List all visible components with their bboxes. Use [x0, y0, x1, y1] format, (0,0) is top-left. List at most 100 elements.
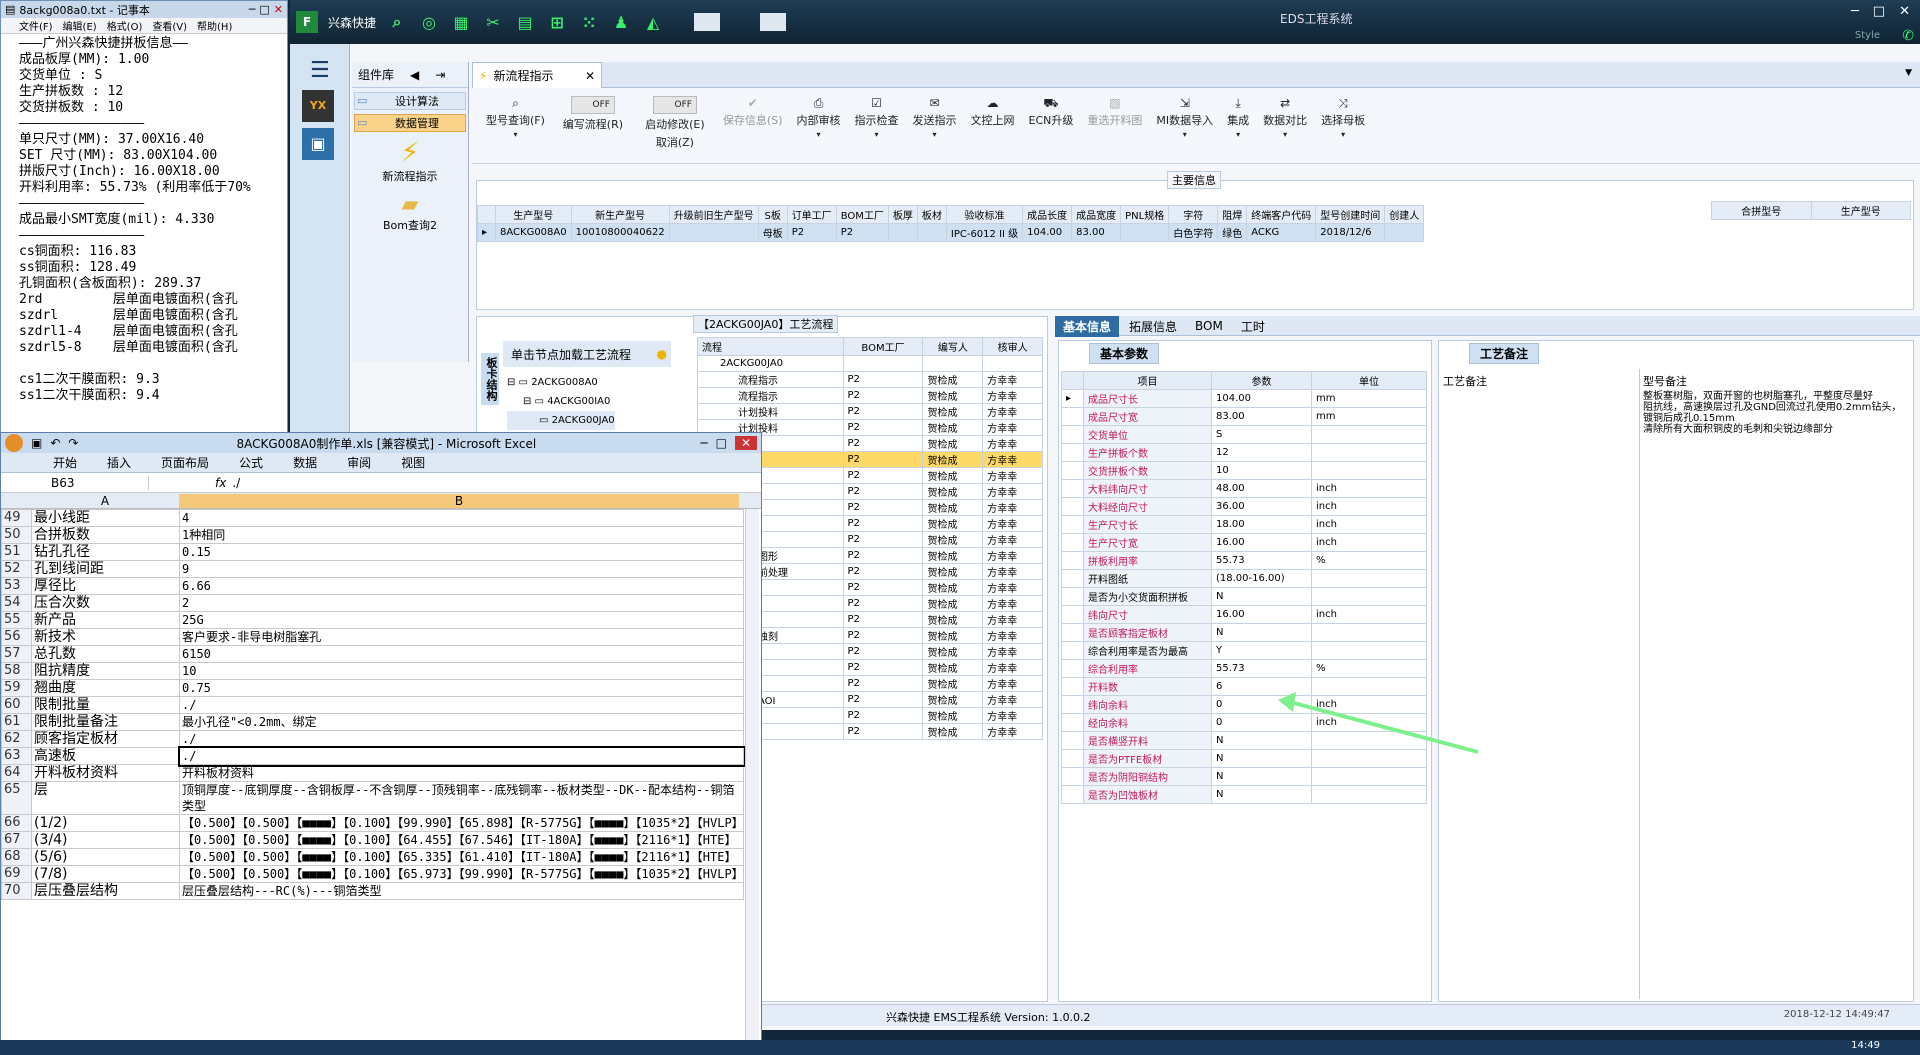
- row-number[interactable]: 70: [1, 882, 32, 900]
- cell-a[interactable]: 钻孔孔径: [31, 543, 180, 561]
- cell-b[interactable]: 2: [179, 594, 744, 612]
- name-box[interactable]: B63: [1, 475, 149, 490]
- excel-min[interactable]: ─: [700, 436, 707, 450]
- cell-a[interactable]: 总孔数: [31, 645, 180, 663]
- row-number[interactable]: 68: [1, 848, 32, 866]
- notepad-menu-item[interactable]: 编辑(E): [63, 18, 97, 33]
- cell-a[interactable]: 限制批量: [31, 696, 180, 714]
- cell-a[interactable]: 孔到线间距: [31, 560, 180, 578]
- row-number[interactable]: 58: [1, 662, 32, 680]
- row-number[interactable]: 59: [1, 679, 32, 697]
- cell-b[interactable]: 最小孔径"<0.2mm、绑定: [179, 713, 744, 731]
- row-number[interactable]: 69: [1, 865, 32, 883]
- row-number[interactable]: 53: [1, 577, 32, 595]
- cell-a[interactable]: (5/6): [31, 848, 180, 866]
- row-number[interactable]: 54: [1, 594, 32, 612]
- row-number[interactable]: 66: [1, 814, 32, 832]
- notepad-max[interactable]: □: [259, 3, 269, 16]
- row-number[interactable]: 55: [1, 611, 32, 629]
- ribbon-tab[interactable]: 数据: [293, 454, 317, 471]
- row-number[interactable]: 50: [1, 526, 32, 544]
- row-number[interactable]: 60: [1, 696, 32, 714]
- cell-b[interactable]: 顶铜厚度--底铜厚度--含铜板厚--不含铜厚--顶残铜率--底残铜率--板材类型…: [179, 781, 744, 815]
- cell-b[interactable]: 【0.500】【0.500】【■■■■】【0.100】【65.335】【61.4…: [179, 848, 744, 866]
- notepad-menu-item[interactable]: 查看(V): [152, 18, 187, 33]
- cell-a[interactable]: (7/8): [31, 865, 180, 883]
- row-number[interactable]: 57: [1, 645, 32, 663]
- ribbon-tab[interactable]: 开始: [53, 454, 77, 471]
- excel-vscroll[interactable]: [745, 509, 759, 1054]
- cell-b[interactable]: 1种相同: [179, 526, 744, 544]
- ribbon-tab[interactable]: 插入: [107, 454, 131, 471]
- cell-a[interactable]: 限制批量备注: [31, 713, 180, 731]
- cell-b[interactable]: 0.15: [179, 543, 744, 561]
- excel-row: 53 厚径比 6.66: [1, 577, 744, 595]
- cell-b[interactable]: 客户要求-非导电树脂塞孔: [179, 628, 744, 646]
- cell-a[interactable]: 翘曲度: [31, 679, 180, 697]
- row-number[interactable]: 56: [1, 628, 32, 646]
- cell-b[interactable]: ./: [177, 745, 746, 767]
- cell-a[interactable]: 顾客指定板材: [31, 730, 180, 748]
- notepad-icon: ▤: [5, 3, 16, 16]
- undo-icon[interactable]: ↶: [50, 436, 60, 450]
- row-number[interactable]: 49: [1, 509, 32, 527]
- row-number[interactable]: 65: [1, 781, 32, 815]
- row-number[interactable]: 67: [1, 831, 32, 849]
- cell-b[interactable]: 25G: [179, 611, 744, 629]
- row-number[interactable]: 52: [1, 560, 32, 578]
- row-number[interactable]: 63: [1, 747, 32, 765]
- cell-b[interactable]: 9: [179, 560, 744, 578]
- cell-a[interactable]: (3/4): [31, 831, 180, 849]
- notepad-min[interactable]: ─: [249, 3, 256, 16]
- cell-b[interactable]: 4: [179, 509, 744, 527]
- redo-icon[interactable]: ↷: [68, 436, 78, 450]
- cell-b[interactable]: 【0.500】【0.500】【■■■■】【0.100】【65.973】【99.9…: [179, 865, 744, 883]
- cell-b[interactable]: 0.75: [179, 679, 744, 697]
- notepad-menu-item[interactable]: 帮助(H): [197, 18, 232, 33]
- notepad-menu-item[interactable]: 文件(F): [19, 18, 53, 33]
- notepad-close[interactable]: ✕: [274, 3, 283, 16]
- cell-b[interactable]: ./: [179, 730, 744, 748]
- cell-b[interactable]: 【0.500】【0.500】【■■■■】【0.100】【99.990】【65.8…: [179, 814, 744, 832]
- ribbon-tab[interactable]: 页面布局: [161, 454, 209, 471]
- row-number[interactable]: 64: [1, 764, 32, 782]
- cell-a[interactable]: 层压叠层结构: [31, 882, 180, 900]
- formula-input[interactable]: ./: [232, 476, 240, 490]
- notepad-menu-item[interactable]: 格式(O): [107, 18, 143, 33]
- save-icon[interactable]: ▣: [31, 436, 42, 450]
- excel-close[interactable]: ✕: [734, 436, 757, 450]
- cell-a[interactable]: 新技术: [31, 628, 180, 646]
- notepad-text[interactable]: ———广州兴森快捷拼板信息—— 成品板厚(MM): 1.00 交货单位 : S 生产拼…: [1, 34, 287, 434]
- cell-a[interactable]: 开料板材资料: [31, 764, 180, 782]
- ribbon-tab[interactable]: 视图: [401, 454, 425, 471]
- cell-b[interactable]: ./: [179, 696, 744, 714]
- cell-a[interactable]: 合拼板数: [31, 526, 180, 544]
- cell-a[interactable]: 高速板: [31, 747, 180, 765]
- cell-b[interactable]: 层压叠层结构---RC(%)---铜箔类型: [179, 882, 744, 900]
- ribbon-tab[interactable]: 公式: [239, 454, 263, 471]
- row-number[interactable]: 62: [1, 730, 32, 748]
- col-header-a[interactable]: A: [31, 494, 179, 508]
- cell-a[interactable]: 最小线距: [31, 509, 180, 527]
- cell-b[interactable]: 10: [179, 662, 744, 680]
- notepad-line: 成品板厚(MM): 1.00: [19, 52, 150, 67]
- cell-b[interactable]: 开料板材资料: [179, 764, 744, 782]
- cell-b[interactable]: 6.66: [179, 577, 744, 595]
- fx-icon[interactable]: fx: [215, 476, 226, 490]
- ribbon-tab[interactable]: 审阅: [347, 454, 371, 471]
- cell-b[interactable]: 6150: [179, 645, 744, 663]
- cell-a[interactable]: 厚径比: [31, 577, 180, 595]
- column-headers: A B: [1, 493, 761, 509]
- office-button-icon[interactable]: [5, 434, 23, 452]
- col-header-b[interactable]: B: [179, 493, 739, 508]
- row-number[interactable]: 51: [1, 543, 32, 561]
- excel-max[interactable]: □: [716, 436, 727, 450]
- cell-a[interactable]: 阻抗精度: [31, 662, 180, 680]
- cell-a[interactable]: (1/2): [31, 814, 180, 832]
- row-number[interactable]: 61: [1, 713, 32, 731]
- cell-a[interactable]: 压合次数: [31, 594, 180, 612]
- notepad-line: ss1二次干膜面积: 9.4: [19, 388, 160, 403]
- cell-a[interactable]: 层: [31, 781, 180, 815]
- cell-a[interactable]: 新产品: [31, 611, 180, 629]
- cell-b[interactable]: 【0.500】【0.500】【■■■■】【0.100】【64.455】【67.5…: [179, 831, 744, 849]
